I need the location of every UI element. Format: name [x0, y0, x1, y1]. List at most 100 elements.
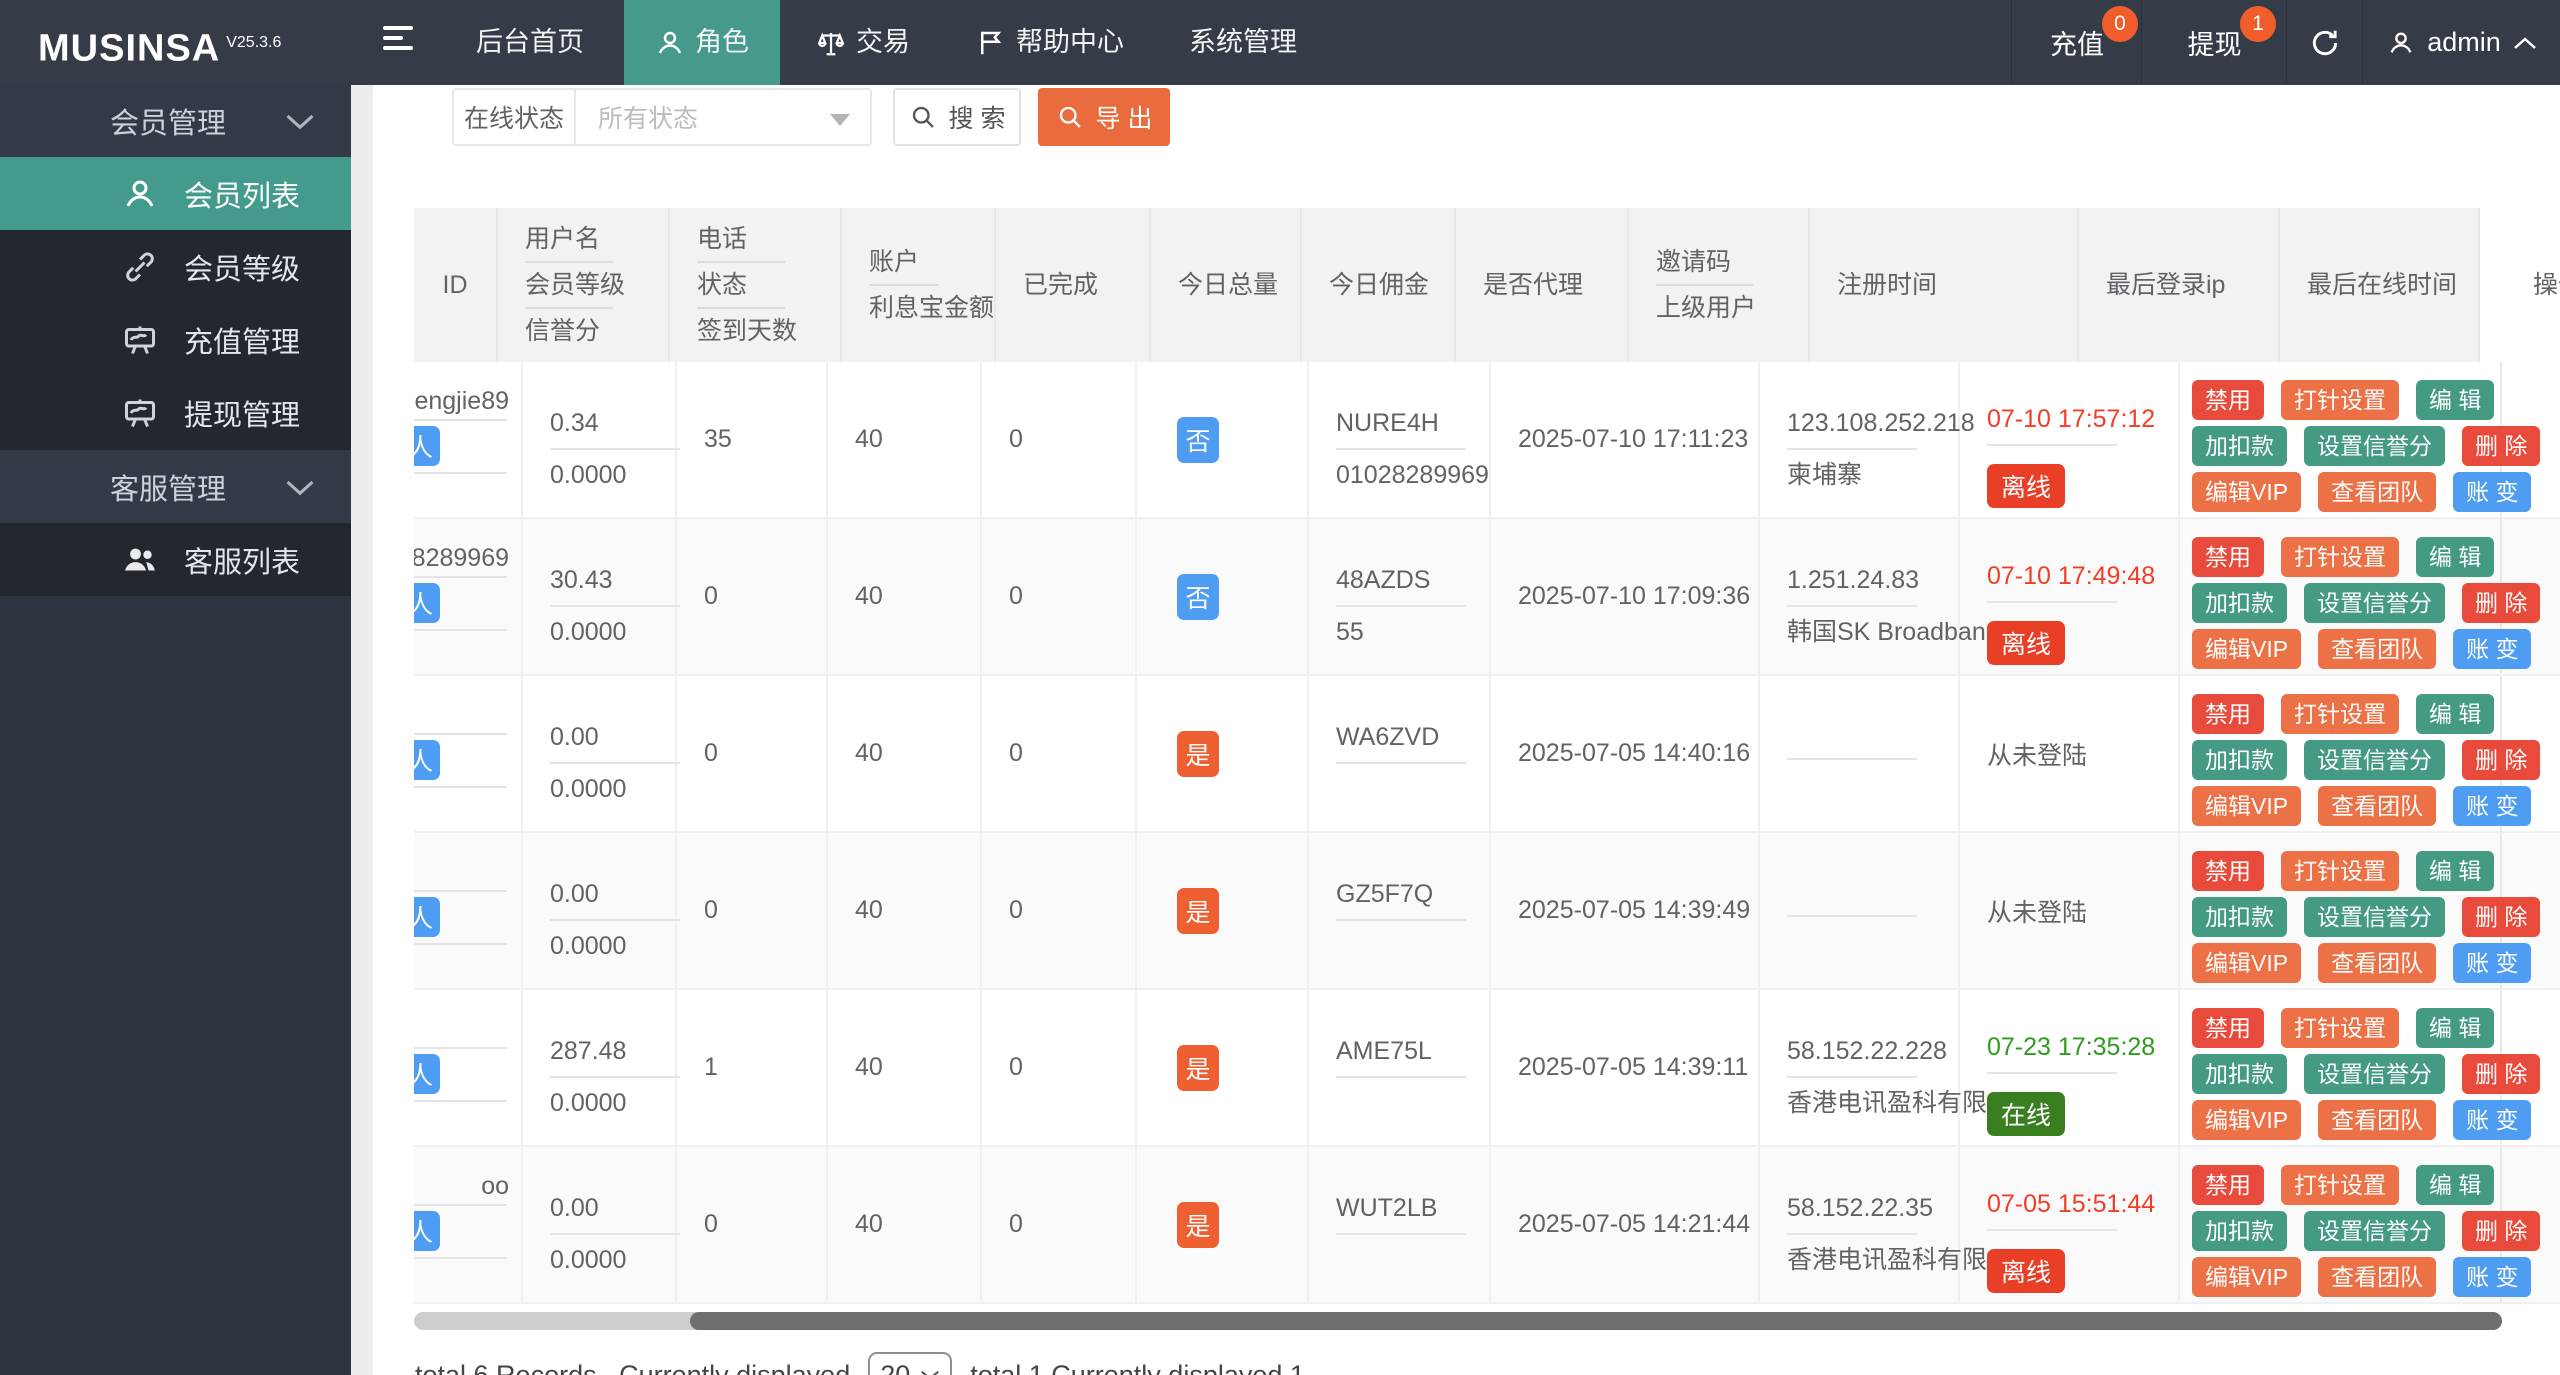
member-level-badge: 人: [414, 1054, 440, 1094]
horizontal-scrollbar-track[interactable]: [414, 1312, 2502, 1330]
action-button-加扣款[interactable]: 加扣款: [2192, 1211, 2287, 1251]
cell-last-login-ip: 58.152.22.228香港电讯盈科有限: [1760, 990, 1960, 1145]
cell-username: engjie89人: [414, 362, 523, 517]
sidebar-section-service[interactable]: 客服管理: [0, 450, 351, 523]
action-button-加扣款[interactable]: 加扣款: [2192, 897, 2287, 937]
menu-toggle-icon[interactable]: [383, 26, 425, 60]
action-button-禁用[interactable]: 禁用: [2192, 851, 2264, 891]
action-button-编辑[interactable]: 编 辑: [2416, 1008, 2494, 1048]
page-size-select[interactable]: 20: [868, 1352, 952, 1375]
cell-register-time: 2025-07-10 17:09:36: [1491, 519, 1760, 674]
cell-balance: 30.430.0000: [523, 519, 677, 674]
action-button-查看团队[interactable]: 查看团队: [2318, 786, 2436, 826]
export-button[interactable]: 导 出: [1038, 88, 1170, 146]
username-fragment: [414, 857, 509, 887]
action-button-编辑VIP[interactable]: 编辑VIP: [2192, 629, 2301, 669]
nav-item-roles[interactable]: 角色: [624, 0, 780, 85]
header-label: 利息宝金额: [842, 288, 994, 328]
action-button-设置信誉分[interactable]: 设置信誉分: [2304, 1054, 2445, 1094]
action-button-删除[interactable]: 删 除: [2462, 426, 2540, 466]
nav-refresh[interactable]: [2286, 0, 2363, 85]
action-button-设置信誉分[interactable]: 设置信誉分: [2304, 897, 2445, 937]
nav-user-menu[interactable]: admin: [2362, 0, 2560, 85]
empty-ip-divider: [1787, 915, 1917, 917]
nav-item-home[interactable]: 后台首页: [455, 0, 605, 85]
action-button-删除[interactable]: 删 除: [2462, 1054, 2540, 1094]
search-button[interactable]: 搜 索: [893, 88, 1021, 146]
status-select[interactable]: 所有状态: [576, 90, 870, 144]
action-button-删除[interactable]: 删 除: [2462, 1211, 2540, 1251]
action-button-打针设置[interactable]: 打针设置: [2281, 1008, 2399, 1048]
action-button-row: 加扣款设置信誉分删 除: [2192, 897, 2540, 937]
sidebar-item-service-list[interactable]: 客服列表: [0, 523, 351, 596]
cell-today-total: 40: [828, 362, 982, 517]
action-button-查看团队[interactable]: 查看团队: [2318, 943, 2436, 983]
action-button-删除[interactable]: 删 除: [2462, 740, 2540, 780]
sidebar-item-recharge-mgmt[interactable]: 充值管理: [0, 303, 351, 376]
action-button-加扣款[interactable]: 加扣款: [2192, 1054, 2287, 1094]
action-button-加扣款[interactable]: 加扣款: [2192, 426, 2287, 466]
cell-divider: [414, 786, 507, 788]
action-button-编辑[interactable]: 编 辑: [2416, 851, 2494, 891]
sidebar-item-member-list[interactable]: 会员列表: [0, 157, 351, 230]
sidebar-item-withdraw-mgmt[interactable]: 提现管理: [0, 376, 351, 450]
nav-item-help[interactable]: 帮助中心: [952, 0, 1148, 85]
action-button-查看团队[interactable]: 查看团队: [2318, 1100, 2436, 1140]
action-button-编辑[interactable]: 编 辑: [2416, 1165, 2494, 1205]
action-button-打针设置[interactable]: 打针设置: [2281, 537, 2399, 577]
action-button-禁用[interactable]: 禁用: [2192, 1008, 2264, 1048]
action-button-设置信誉分[interactable]: 设置信誉分: [2304, 740, 2445, 780]
action-button-禁用[interactable]: 禁用: [2192, 1165, 2264, 1205]
action-button-账变[interactable]: 账 变: [2453, 1257, 2531, 1297]
action-button-编辑[interactable]: 编 辑: [2416, 380, 2494, 420]
action-button-设置信誉分[interactable]: 设置信誉分: [2304, 583, 2445, 623]
sidebar-item-member-level[interactable]: 会员等级: [0, 230, 351, 303]
action-button-禁用[interactable]: 禁用: [2192, 694, 2264, 734]
action-button-查看团队[interactable]: 查看团队: [2318, 1257, 2436, 1297]
recharge-badge: 0: [2102, 6, 2138, 42]
action-button-打针设置[interactable]: 打针设置: [2281, 1165, 2399, 1205]
action-button-删除[interactable]: 删 除: [2462, 583, 2540, 623]
select-caret-icon: [830, 114, 850, 126]
action-button-禁用[interactable]: 禁用: [2192, 380, 2264, 420]
action-button-编辑VIP[interactable]: 编辑VIP: [2192, 1257, 2301, 1297]
action-button-加扣款[interactable]: 加扣款: [2192, 740, 2287, 780]
action-button-账变[interactable]: 账 变: [2453, 943, 2531, 983]
action-button-打针设置[interactable]: 打针设置: [2281, 694, 2399, 734]
cell-actions: 禁用打针设置编 辑加扣款设置信誉分删 除编辑VIP查看团队账 变: [2187, 990, 2502, 1145]
cell-username: oo人: [414, 1147, 523, 1302]
action-button-编辑[interactable]: 编 辑: [2416, 694, 2494, 734]
action-button-账变[interactable]: 账 变: [2453, 1100, 2531, 1140]
action-button-查看团队[interactable]: 查看团队: [2318, 629, 2436, 669]
action-button-编辑VIP[interactable]: 编辑VIP: [2192, 786, 2301, 826]
cell-completed: 35: [677, 362, 828, 517]
last-online-time: 07-05 15:51:44: [1987, 1189, 2148, 1219]
action-button-打针设置[interactable]: 打针设置: [2281, 851, 2399, 891]
cell-today-commission: 0: [982, 519, 1137, 674]
nav-item-system[interactable]: 系统管理: [1168, 0, 1318, 85]
cell-divider: [1336, 919, 1466, 921]
action-button-设置信誉分[interactable]: 设置信誉分: [2304, 1211, 2445, 1251]
horizontal-scrollbar-thumb[interactable]: [690, 1312, 2502, 1330]
action-button-账变[interactable]: 账 变: [2453, 472, 2531, 512]
action-button-加扣款[interactable]: 加扣款: [2192, 583, 2287, 623]
nav-item-trade[interactable]: 交易: [793, 0, 933, 85]
action-button-编辑[interactable]: 编 辑: [2416, 537, 2494, 577]
nav-item-label: 交易: [856, 0, 910, 85]
action-button-设置信誉分[interactable]: 设置信誉分: [2304, 426, 2445, 466]
ip-location: 香港电讯盈科有限: [1787, 1245, 1928, 1275]
action-button-打针设置[interactable]: 打针设置: [2281, 380, 2399, 420]
action-button-查看团队[interactable]: 查看团队: [2318, 472, 2436, 512]
cell-today-commission: 0: [982, 362, 1137, 517]
action-button-编辑VIP[interactable]: 编辑VIP: [2192, 1100, 2301, 1140]
action-button-账变[interactable]: 账 变: [2453, 786, 2531, 826]
action-button-禁用[interactable]: 禁用: [2192, 537, 2264, 577]
cell-divider: [1987, 444, 2117, 446]
parent-user: [1336, 774, 1459, 804]
action-button-编辑VIP[interactable]: 编辑VIP: [2192, 943, 2301, 983]
action-button-账变[interactable]: 账 变: [2453, 629, 2531, 669]
sidebar-section-member[interactable]: 会员管理: [0, 85, 351, 157]
action-button-编辑VIP[interactable]: 编辑VIP: [2192, 472, 2301, 512]
action-button-删除[interactable]: 删 除: [2462, 897, 2540, 937]
flag-icon: [976, 28, 1006, 58]
